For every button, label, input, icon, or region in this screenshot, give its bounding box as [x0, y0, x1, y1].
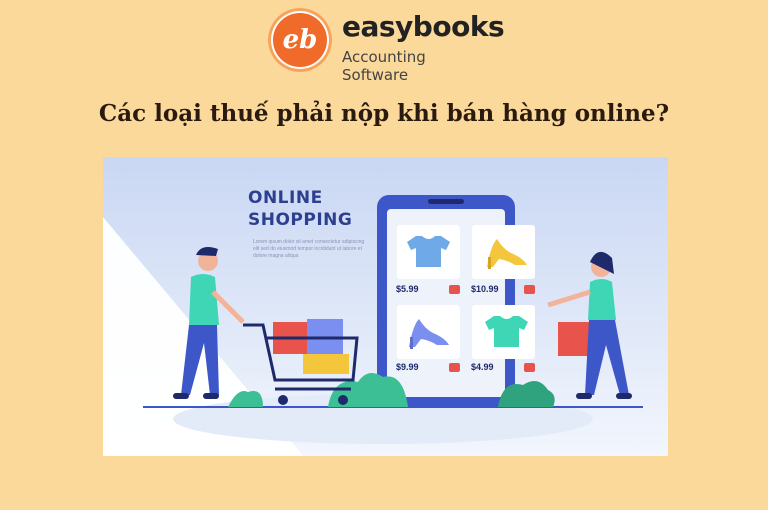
illustration-art — [103, 157, 668, 456]
brand-tagline: Accounting Software — [342, 48, 426, 84]
banner-title: ONLINE SHOPPING — [248, 187, 352, 231]
logo-badge-icon: eb — [268, 8, 332, 72]
product-price: $10.99 — [471, 284, 499, 294]
product-price: $4.99 — [471, 362, 494, 372]
banner-subtext: Lorem ipsum dolor sit amet consectetur a… — [253, 239, 365, 259]
brand-name: easybooks — [342, 10, 505, 43]
logo-badge-text: eb — [273, 13, 327, 67]
page-title: Các loại thuế phải nộp khi bán hàng onli… — [98, 100, 670, 127]
banner-title-line1: ONLINE — [248, 188, 323, 208]
product-price: $5.99 — [396, 284, 419, 294]
online-shopping-illustration: ONLINE SHOPPING Lorem ipsum dolor sit am… — [103, 157, 668, 456]
brand-logo: eb easybooks Accounting Software — [268, 8, 505, 84]
product-price: $9.99 — [396, 362, 419, 372]
banner-title-line2: SHOPPING — [248, 210, 353, 230]
